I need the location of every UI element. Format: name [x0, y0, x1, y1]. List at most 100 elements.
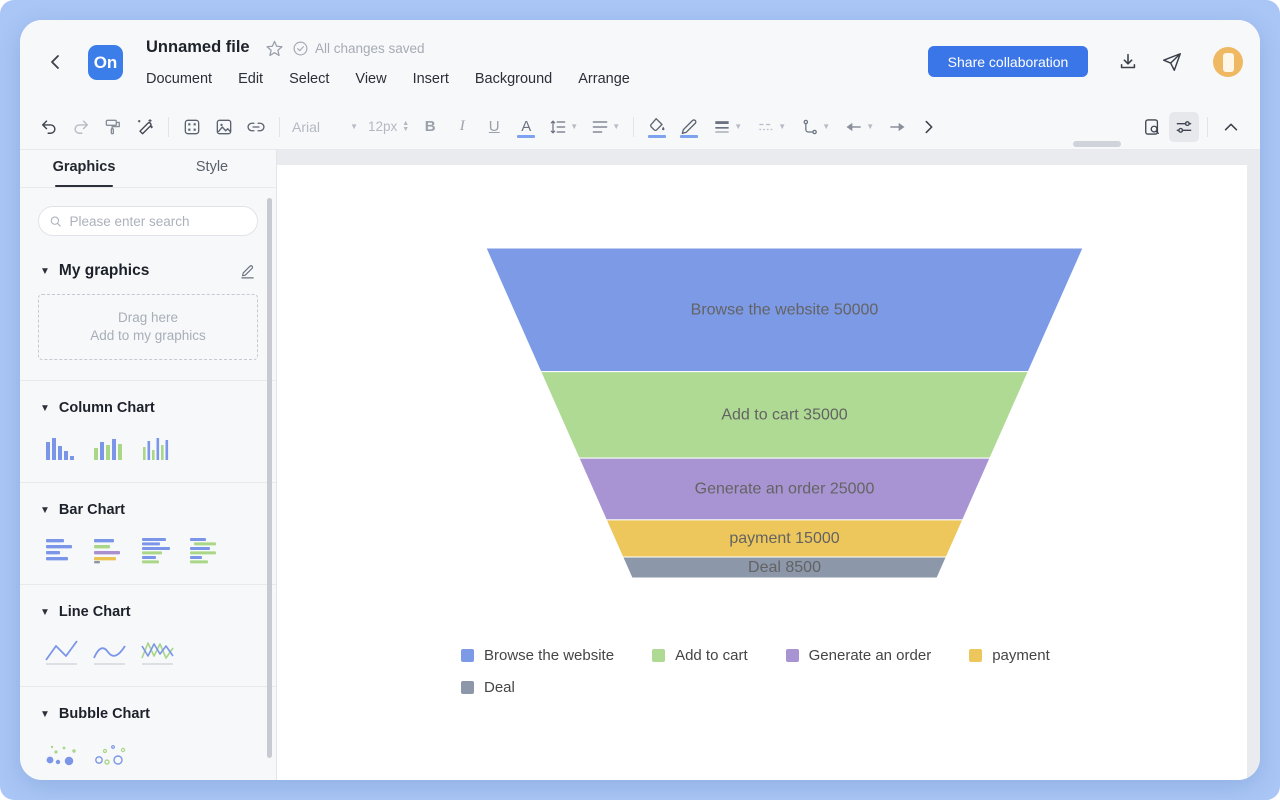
- desktop-background: On Unnamed file All changes saved Docume…: [0, 0, 1280, 800]
- toolbar-more-button[interactable]: [914, 112, 944, 142]
- bubble-chart-style-1[interactable]: [44, 736, 82, 768]
- my-graphics-header[interactable]: ▼ My graphics: [20, 262, 276, 280]
- insert-link-button[interactable]: [241, 112, 271, 142]
- menu-insert[interactable]: Insert: [413, 71, 449, 87]
- paint-roller-icon: [103, 117, 123, 137]
- align-button[interactable]: ▼: [585, 112, 625, 142]
- legend-item: payment: [969, 647, 1050, 664]
- bar-chart-header[interactable]: ▼ Bar Chart: [20, 502, 276, 518]
- settings-panel-button[interactable]: [1169, 112, 1199, 142]
- back-button[interactable]: [44, 50, 68, 74]
- line-style-button[interactable]: ▼: [750, 112, 792, 142]
- connector-icon: [800, 117, 820, 137]
- edit-my-graphics-button[interactable]: [239, 263, 256, 280]
- column-chart-header[interactable]: ▼ Column Chart: [20, 400, 276, 416]
- caret-down-icon: ▼: [40, 709, 50, 720]
- add-to-my-graphics-text: Add to my graphics: [90, 327, 206, 345]
- arrow-start-button[interactable]: ▼: [838, 112, 880, 142]
- search-input[interactable]: [69, 214, 247, 229]
- my-graphics-title: My graphics: [59, 262, 149, 280]
- document-page[interactable]: Browse the website 50000 Add to cart 3500…: [277, 165, 1247, 780]
- sidebar-scrollbar[interactable]: [267, 198, 272, 758]
- menu-document[interactable]: Document: [146, 71, 212, 87]
- line-chart-style-2[interactable]: [92, 634, 130, 666]
- column-chart-style-1[interactable]: [44, 430, 82, 462]
- search-box[interactable]: [38, 206, 258, 236]
- line-thickness-button[interactable]: ▼: [706, 112, 748, 142]
- stroke-color-button[interactable]: [674, 112, 704, 142]
- toolbar-separator: [168, 117, 169, 137]
- menu-arrange[interactable]: Arrange: [578, 71, 630, 87]
- insert-table-button[interactable]: [177, 112, 207, 142]
- bar-chart-style-4[interactable]: [188, 532, 226, 564]
- line-chart-header[interactable]: ▼ Line Chart: [20, 604, 276, 620]
- bar-chart-style-3[interactable]: [140, 532, 178, 564]
- font-family-select[interactable]: Arial ▼: [288, 119, 362, 135]
- drag-drop-zone[interactable]: Drag here Add to my graphics: [38, 294, 258, 360]
- user-avatar[interactable]: [1213, 47, 1243, 77]
- legend-item: Deal: [461, 679, 515, 696]
- toolbar-separator: [279, 117, 280, 137]
- menu-select[interactable]: Select: [289, 71, 329, 87]
- table-icon: [182, 117, 202, 137]
- italic-button[interactable]: I: [447, 112, 477, 142]
- tab-style[interactable]: Style: [148, 150, 276, 187]
- bubble-chart-header[interactable]: ▼ Bubble Chart: [20, 706, 276, 722]
- legend-swatch: [461, 681, 474, 694]
- undo-icon: [39, 117, 59, 137]
- underline-button[interactable]: U: [479, 112, 509, 142]
- undo-button[interactable]: [34, 112, 64, 142]
- line-spacing-button[interactable]: ▼: [543, 112, 583, 142]
- funnel-chart-object[interactable]: Browse the website 50000 Add to cart 3500…: [486, 248, 1083, 578]
- find-button[interactable]: [1137, 112, 1167, 142]
- font-color-label: A: [521, 118, 531, 135]
- menu-background[interactable]: Background: [475, 71, 552, 87]
- document-title[interactable]: Unnamed file: [146, 38, 250, 57]
- line-chart-style-1[interactable]: [44, 634, 82, 666]
- bubble-chart-thumbnails: [20, 722, 276, 768]
- column-chart-style-3[interactable]: [140, 430, 178, 462]
- tab-graphics[interactable]: Graphics: [20, 150, 148, 187]
- magic-pen-button[interactable]: [130, 112, 160, 142]
- menu-bar: Document Edit Select View Insert Backgro…: [146, 71, 630, 87]
- legend-swatch: [786, 649, 799, 662]
- insert-image-button[interactable]: [209, 112, 239, 142]
- legend-item: Add to cart: [652, 647, 748, 664]
- column-chart-style-2[interactable]: [92, 430, 130, 462]
- column-chart-thumbnails: [20, 416, 276, 462]
- align-icon: [590, 117, 610, 137]
- line-chart-style-3[interactable]: [140, 634, 178, 666]
- funnel-segment-label: Browse the website 50000: [691, 301, 879, 318]
- line-chart-thumbnails: [20, 620, 276, 666]
- font-color-button[interactable]: A: [511, 112, 541, 142]
- bar-chart-thumbnails: [20, 518, 276, 564]
- redo-button[interactable]: [66, 112, 96, 142]
- save-status-text: All changes saved: [315, 41, 425, 56]
- chevron-down-icon: ▼: [778, 122, 786, 131]
- format-painter-button[interactable]: [98, 112, 128, 142]
- menu-view[interactable]: View: [355, 71, 386, 87]
- download-button[interactable]: [1117, 51, 1139, 73]
- canvas-horizontal-scrollbar[interactable]: [1073, 141, 1121, 147]
- bar-chart-style-1[interactable]: [44, 532, 82, 564]
- bubble-chart-style-2[interactable]: [92, 736, 130, 768]
- bubble-chart-title: Bubble Chart: [59, 706, 150, 722]
- funnel-segment-label: Add to cart 35000: [721, 406, 847, 423]
- bar-chart-style-2[interactable]: [92, 532, 130, 564]
- collapse-toolbar-button[interactable]: [1216, 112, 1246, 142]
- connector-button[interactable]: ▼: [794, 112, 836, 142]
- fill-color-button[interactable]: [642, 112, 672, 142]
- menu-edit[interactable]: Edit: [238, 71, 263, 87]
- funnel-segment-label: Deal 8500: [748, 559, 821, 576]
- arrow-end-button[interactable]: [882, 112, 912, 142]
- send-button[interactable]: [1161, 51, 1183, 73]
- app-logo[interactable]: On: [88, 45, 123, 80]
- font-size-stepper[interactable]: 12px ▲▼: [364, 119, 413, 134]
- caret-down-icon: ▼: [40, 505, 50, 516]
- column-chart-title: Column Chart: [59, 400, 155, 416]
- toolbar: Arial ▼ 12px ▲▼ B I U A ▼ ▼: [20, 104, 1260, 150]
- share-collaboration-button[interactable]: Share collaboration: [928, 46, 1088, 77]
- bold-button[interactable]: B: [415, 112, 445, 142]
- legend-label: Add to cart: [675, 647, 748, 664]
- favorite-star-icon[interactable]: [265, 39, 284, 58]
